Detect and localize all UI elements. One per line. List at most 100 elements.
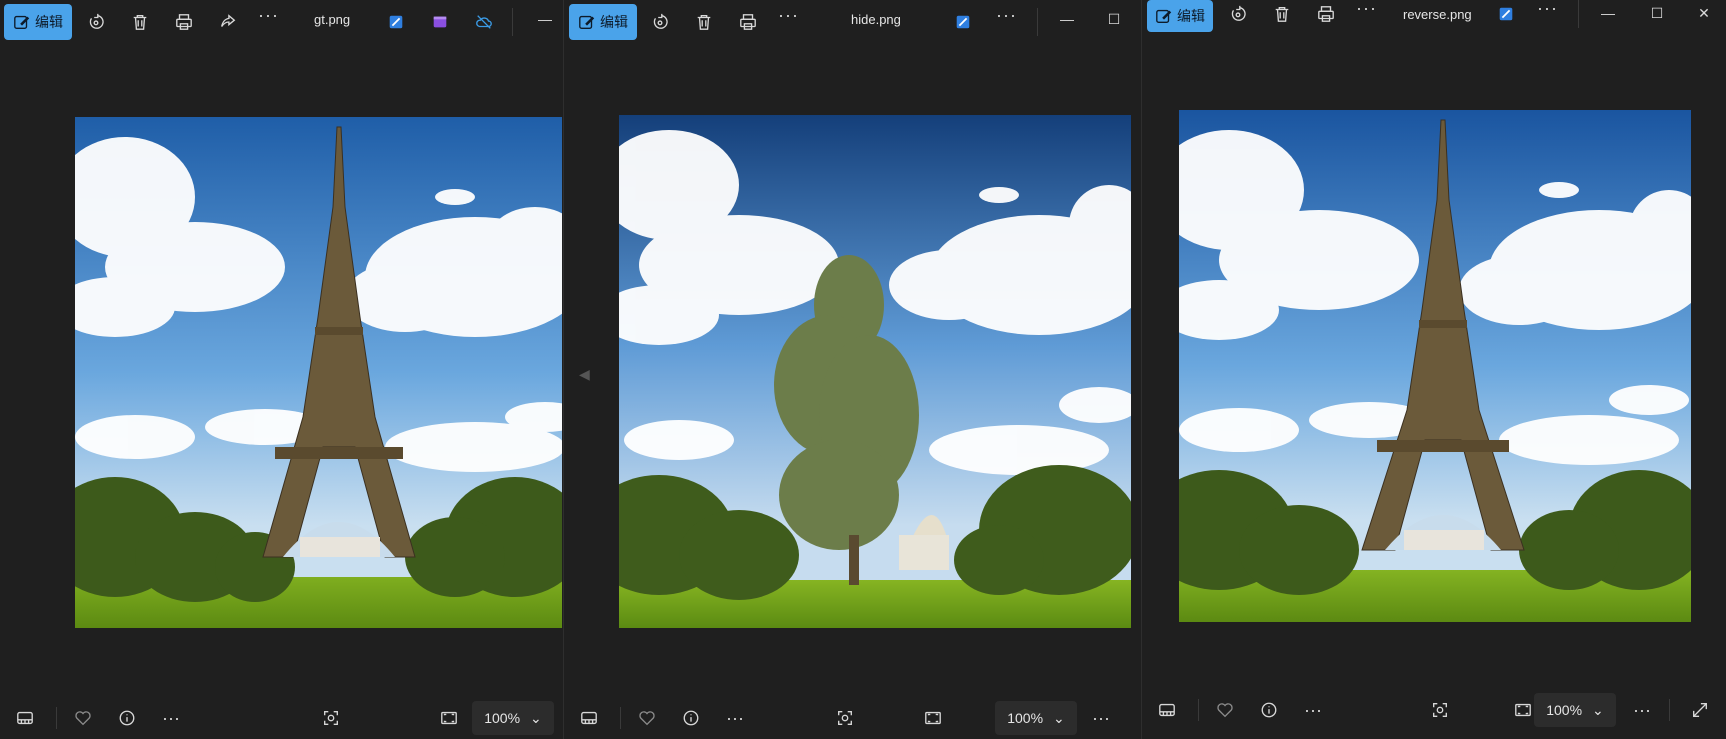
more-options-button[interactable]: ··· (1356, 0, 1377, 19)
filmstrip-icon (17, 711, 33, 725)
toolbar: 编辑 ··· reverse.png ··· — ☐ ✕ (1142, 0, 1726, 42)
clipchamp-app-button[interactable] (426, 8, 454, 36)
favorite-button[interactable] (1212, 697, 1238, 723)
eiffel-tower-image (75, 117, 562, 628)
zoom-value: 100% (1007, 710, 1044, 726)
file-info-button[interactable] (678, 705, 704, 731)
bottom-divider (620, 707, 621, 729)
edit-label: 编辑 (35, 14, 63, 30)
previous-image-arrow[interactable]: ◀ (579, 366, 590, 383)
zoom-dropdown[interactable]: 100% ⌄ (995, 701, 1077, 735)
toolbar: 编辑 ··· gt.png — (0, 0, 562, 42)
printer-icon (1318, 6, 1334, 22)
fit-to-window-button[interactable] (1510, 697, 1536, 723)
more-icon: ··· (778, 5, 799, 25)
edit-icon (579, 15, 595, 29)
filmstrip-button[interactable] (12, 705, 38, 731)
edit-label: 编辑 (1177, 8, 1205, 24)
fit-window-icon (1515, 703, 1531, 717)
more-options-button[interactable]: ··· (778, 5, 799, 26)
rotate-button[interactable] (646, 8, 674, 36)
zoom-dropdown[interactable]: 100% ⌄ (1534, 693, 1616, 727)
rotate-button[interactable] (1224, 0, 1252, 28)
file-name: hide.png (851, 12, 901, 27)
delete-button[interactable] (126, 8, 154, 36)
maximize-button[interactable]: ☐ (1099, 6, 1129, 32)
delete-button[interactable] (690, 8, 718, 36)
trash-icon (697, 15, 711, 30)
share-button[interactable] (214, 8, 242, 36)
visual-search-button[interactable] (318, 705, 344, 731)
designer-icon (1499, 7, 1513, 21)
visual-search-button[interactable] (1427, 697, 1453, 723)
more-options-button[interactable]: ··· (258, 5, 279, 26)
more-icon: ··· (1304, 699, 1322, 720)
trash-icon (1275, 7, 1289, 22)
photos-window-hide: 编辑 ··· hide.png ··· — ☐ ◀ ··· 100% ⌄ ··· (563, 0, 1141, 739)
fit-to-window-button[interactable] (436, 705, 462, 731)
more-icon: ··· (996, 5, 1017, 25)
minimize-icon: — (1601, 5, 1615, 21)
file-info-button[interactable] (114, 705, 140, 731)
filmstrip-button[interactable] (576, 705, 602, 731)
minimize-button[interactable]: — (1052, 6, 1082, 32)
zoom-dropdown[interactable]: 100% ⌄ (472, 701, 554, 735)
minimize-button[interactable]: — (530, 6, 560, 32)
rotate-icon (653, 13, 668, 29)
bottom-more-button[interactable]: ··· (722, 705, 748, 731)
zoom-value: 100% (1546, 702, 1583, 718)
more-icon: ··· (258, 5, 279, 25)
clipchamp-icon (433, 16, 447, 28)
designer-icon (389, 15, 403, 29)
toolbar-divider (1578, 0, 1579, 28)
favorite-button[interactable] (70, 705, 96, 731)
more-icon: ··· (1633, 699, 1651, 720)
edit-label: 编辑 (600, 14, 628, 30)
more-icon: ··· (162, 707, 180, 728)
designer-app-button[interactable] (1492, 0, 1520, 28)
file-name: gt.png (314, 12, 351, 27)
visual-search-button[interactable] (832, 705, 858, 731)
tree-image (619, 115, 1131, 628)
filmstrip-icon (1159, 703, 1175, 717)
bottom-divider (1198, 699, 1199, 721)
maximize-icon: ☐ (1107, 10, 1121, 27)
minimize-icon: — (1060, 11, 1074, 27)
edit-icon (1156, 9, 1172, 23)
bottom-more-button-right[interactable]: ··· (1088, 705, 1114, 731)
minimize-button[interactable]: — (1593, 0, 1623, 26)
designer-app-button[interactable] (949, 8, 977, 36)
chevron-down-icon: ⌄ (1053, 709, 1065, 726)
file-info-button[interactable] (1256, 697, 1282, 723)
bottom-more-button[interactable]: ··· (1300, 697, 1326, 723)
print-button[interactable] (734, 8, 762, 36)
fit-to-window-button[interactable] (920, 705, 946, 731)
expand-icon (1693, 703, 1707, 717)
onedrive-status-button[interactable] (470, 8, 498, 36)
close-button[interactable]: ✕ (1689, 0, 1719, 26)
favorite-button[interactable] (634, 705, 660, 731)
toolbar-divider (512, 8, 513, 36)
print-button[interactable] (170, 8, 198, 36)
edit-button[interactable]: 编辑 (1147, 0, 1213, 32)
filmstrip-button[interactable] (1154, 697, 1180, 723)
more-icon: ··· (726, 707, 744, 728)
bottom-bar: ··· 100% ⌄ ··· (1142, 689, 1726, 731)
bottom-bar: ··· 100% ⌄ (0, 697, 562, 739)
print-button[interactable] (1312, 0, 1340, 28)
apps-more-button[interactable]: ··· (996, 5, 1017, 26)
cloud-off-icon (476, 15, 492, 29)
designer-app-button[interactable] (382, 8, 410, 36)
full-screen-button[interactable] (1687, 697, 1713, 723)
maximize-button[interactable]: ☐ (1642, 0, 1672, 26)
rotate-button[interactable] (82, 8, 110, 36)
delete-button[interactable] (1268, 0, 1296, 28)
edit-button[interactable]: 编辑 (569, 4, 637, 40)
bottom-more-button-right[interactable]: ··· (1629, 697, 1655, 723)
photos-window-reverse: 编辑 ··· reverse.png ··· — ☐ ✕ ··· 100% ⌄ … (1141, 0, 1726, 739)
photo-viewport (1179, 110, 1691, 622)
bottom-more-button[interactable]: ··· (158, 705, 184, 731)
apps-more-button[interactable]: ··· (1537, 0, 1558, 19)
edit-icon (14, 15, 30, 29)
edit-button[interactable]: 编辑 (4, 4, 72, 40)
